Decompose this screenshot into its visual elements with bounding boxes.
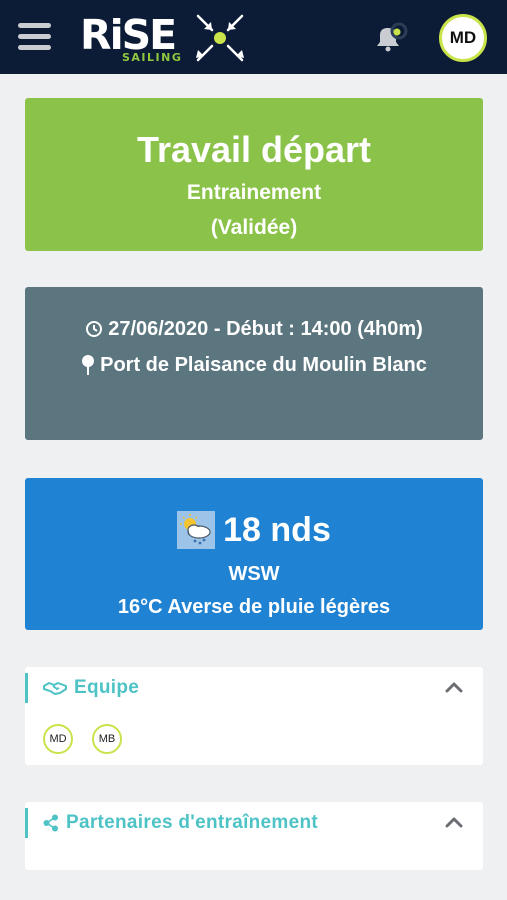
weather-card: 18 nds WSW 16°C Averse de pluie légères: [25, 478, 483, 630]
session-status: (Validée): [210, 216, 298, 239]
session-type: Entrainement: [186, 181, 322, 204]
partners-panel: Partenaires d'entraînement: [25, 802, 483, 870]
session-info-card: 27/06/2020 - Début : 14:00 (4h0m) Port d…: [25, 287, 483, 440]
session-card: Travail départ Entrainement (Validée): [25, 98, 483, 251]
weather-main: 18 nds: [25, 510, 483, 550]
map-pin-icon: [82, 355, 95, 375]
share-icon: [43, 814, 59, 832]
chevron-up-icon[interactable]: [445, 816, 463, 828]
user-avatar[interactable]: MD: [439, 14, 487, 62]
member-avatar[interactable]: MD: [43, 724, 73, 754]
app-header: RiSE SAILING MD: [0, 0, 507, 74]
member-avatar[interactable]: MB: [92, 724, 122, 754]
date-text: 27/06/2020 - Début : 14:00 (4h0m): [108, 318, 423, 340]
partners-panel-header[interactable]: Partenaires d'entraînement: [25, 808, 483, 838]
team-members: MD MB: [43, 724, 141, 754]
date-line: 27/06/2020 - Début : 14:00 (4h0m): [25, 316, 483, 342]
handshake-icon: [43, 680, 67, 696]
location-text: Port de Plaisance du Moulin Blanc: [100, 354, 427, 376]
weather-description: 16°C Averse de pluie légères: [117, 596, 391, 618]
clock-icon: [86, 321, 103, 337]
partners-panel-title: Partenaires d'entraînement: [66, 812, 319, 833]
wind-direction: WSW: [228, 563, 280, 585]
rise-sailing-logo[interactable]: RiSE SAILING: [80, 12, 250, 66]
team-panel-header[interactable]: Equipe: [25, 673, 483, 703]
hamburger-menu-icon[interactable]: [18, 23, 51, 51]
chevron-up-icon[interactable]: [445, 681, 463, 693]
wind-speed: 18 nds: [223, 511, 331, 549]
bell-icon[interactable]: [371, 22, 415, 54]
compass-arrows-icon: [196, 14, 244, 62]
team-panel-title: Equipe: [74, 677, 140, 698]
session-title: Travail départ: [136, 129, 372, 170]
logo-sub-text: SAILING: [122, 51, 183, 64]
team-panel: Equipe MD MB: [25, 667, 483, 765]
sun-cloud-rain-icon: [177, 511, 216, 549]
location-line: Port de Plaisance du Moulin Blanc: [25, 352, 483, 378]
